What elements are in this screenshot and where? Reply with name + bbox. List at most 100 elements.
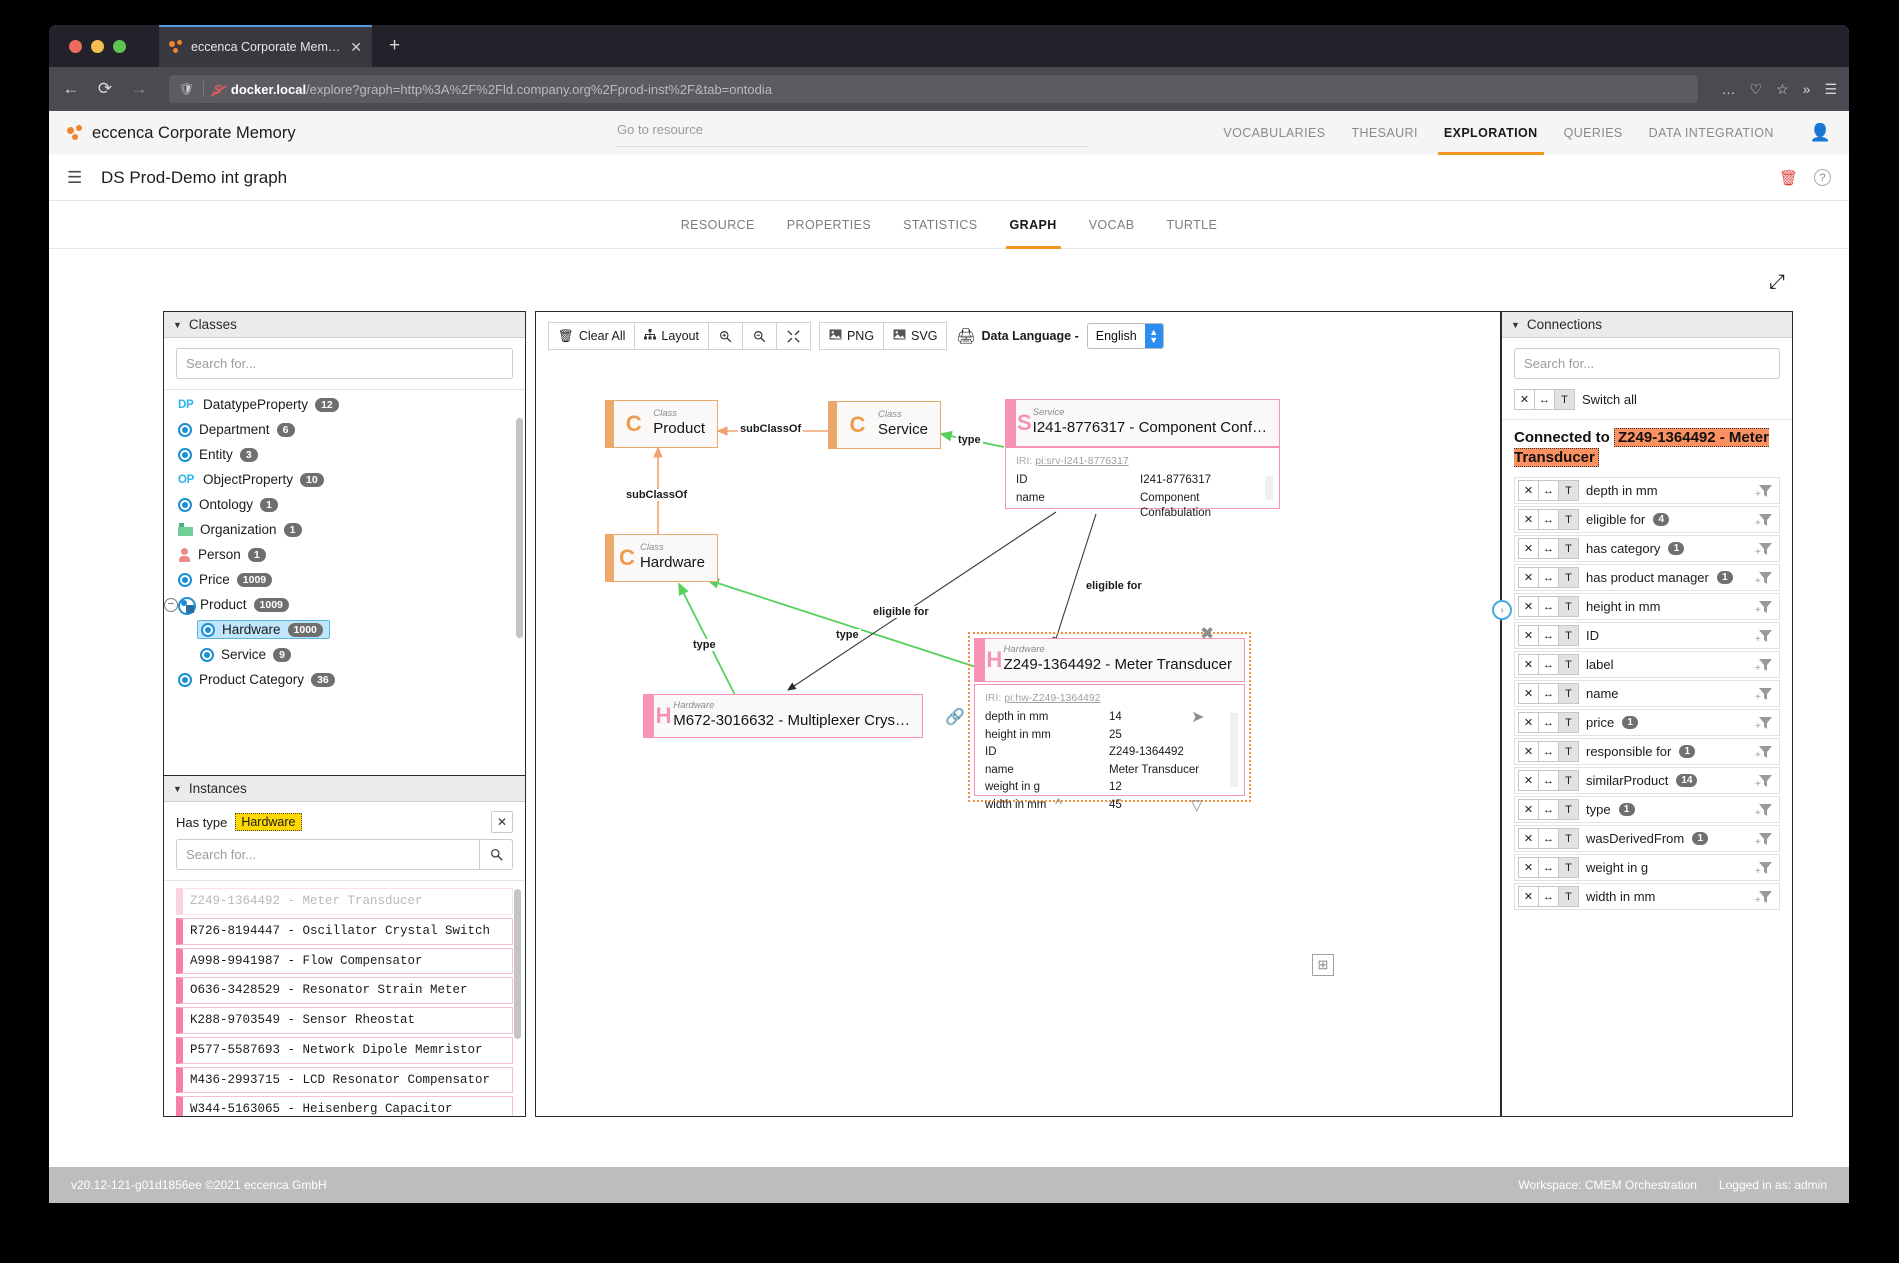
collapse-toggle-icon[interactable]: − (164, 598, 178, 612)
show-labels-icon[interactable]: T (1558, 886, 1579, 907)
chevron-down-icon[interactable]: ▼ (173, 784, 182, 794)
close-tab-icon[interactable]: ✕ (350, 40, 362, 54)
maximize-window-button[interactable] (113, 40, 126, 53)
class-item-datatypeproperty[interactable]: DP DatatypeProperty 12 (164, 392, 525, 417)
export-png-button[interactable]: PNG (819, 322, 884, 350)
graph-node-multiplexer[interactable]: H Hardware M672-3016632 - Multiplexer Cr… (643, 694, 923, 738)
node-iri[interactable]: IRI: pi:srv-I241-8776317 (1016, 455, 1269, 472)
hide-icon[interactable]: ✕ (1518, 741, 1539, 762)
tab-graph[interactable]: GRAPH (1010, 201, 1057, 249)
class-item-person[interactable]: Person 1 (164, 542, 525, 567)
add-filter-icon[interactable]: + (1757, 860, 1775, 876)
detail-scrollbar[interactable] (1265, 476, 1273, 500)
clear-filter-button[interactable]: ✕ (491, 811, 513, 833)
show-labels-icon[interactable]: T (1558, 596, 1579, 617)
connection-row-eligible-for[interactable]: ✕ ↔ T eligible for 4 + (1514, 506, 1780, 533)
connection-toggle-group[interactable]: ✕ ↔ T (1518, 509, 1578, 530)
show-links-icon[interactable]: ↔ (1538, 770, 1559, 791)
search-icon[interactable] (479, 839, 513, 870)
right-panel-collapse-handle[interactable]: › (1502, 600, 1512, 620)
hide-icon[interactable]: ✕ (1518, 538, 1539, 559)
hide-icon[interactable]: ✕ (1518, 857, 1539, 878)
list-item[interactable]: P577-5587693 - Network Dipole Memristor (176, 1037, 513, 1064)
connection-row-id[interactable]: ✕ ↔ T ID + (1514, 622, 1780, 649)
add-filter-icon[interactable]: + (1757, 570, 1775, 586)
class-item-department[interactable]: Department 6 (164, 417, 525, 442)
connections-panel-header[interactable]: ▼ Connections (1502, 312, 1792, 338)
class-item-organization[interactable]: Organization 1 (164, 517, 525, 542)
printer-icon[interactable]: 🖨 (956, 327, 975, 345)
language-select[interactable]: English ▲▼ (1087, 323, 1164, 349)
classes-search-input[interactable]: Search for... (176, 348, 513, 379)
nav-item-queries[interactable]: QUERIES (1564, 111, 1623, 155)
connection-toggle-group[interactable]: ✕ ↔ T (1518, 625, 1578, 646)
class-item-objectproperty[interactable]: OP ObjectProperty 10 (164, 467, 525, 492)
delete-graph-icon[interactable]: 🗑 (1779, 169, 1798, 187)
add-filter-icon[interactable]: + (1757, 541, 1775, 557)
pocket-icon[interactable]: ♡ (1750, 81, 1763, 98)
class-item-service[interactable]: Service 9 (164, 642, 525, 667)
layout-button[interactable]: Layout (634, 322, 709, 350)
show-labels-icon[interactable]: T (1558, 770, 1579, 791)
browser-tab[interactable]: eccenca Corporate Memory ✕ (159, 25, 372, 67)
forward-icon[interactable]: → (129, 79, 149, 99)
fullscreen-expand-icon[interactable]: ⤢ (1769, 271, 1785, 294)
show-labels-icon[interactable]: T (1554, 389, 1575, 410)
add-filter-icon[interactable]: + (1757, 628, 1775, 644)
classes-panel-header[interactable]: ▼ Classes (164, 312, 525, 338)
hide-icon[interactable]: ✕ (1518, 799, 1539, 820)
shield-icon[interactable]: 🛡 (179, 82, 194, 96)
close-window-button[interactable] (69, 40, 82, 53)
list-item[interactable]: Z249-1364492 - Meter Transducer (176, 888, 513, 915)
graph-node-meter-transducer[interactable]: H Hardware Z249-1364492 - Meter Transduc… (974, 638, 1245, 682)
connection-toggle-group[interactable]: ✕ ↔ T (1518, 712, 1578, 733)
show-labels-icon[interactable]: T (1558, 799, 1579, 820)
hide-icon[interactable]: ✕ (1518, 567, 1539, 588)
connection-toggle-group[interactable]: ✕ ↔ T (1518, 799, 1578, 820)
class-item-product[interactable]: − Product 1009 (164, 592, 525, 617)
show-links-icon[interactable]: ↔ (1538, 857, 1559, 878)
minimize-window-button[interactable] (91, 40, 104, 53)
zoom-in-button[interactable] (708, 322, 743, 350)
instances-panel-header[interactable]: ▼ Instances (164, 776, 525, 802)
add-filter-icon[interactable]: + (1757, 831, 1775, 847)
add-filter-icon[interactable]: + (1757, 889, 1775, 905)
nav-item-exploration[interactable]: EXPLORATION (1444, 111, 1538, 155)
show-links-icon[interactable]: ↔ (1538, 741, 1559, 762)
connection-toggle-group[interactable]: ✕ ↔ T (1518, 567, 1578, 588)
show-labels-icon[interactable]: T (1558, 712, 1579, 733)
add-filter-icon[interactable]: + (1757, 773, 1775, 789)
new-tab-button[interactable]: + (389, 36, 400, 55)
back-icon[interactable]: ← (61, 79, 81, 99)
list-item[interactable]: O636-3428529 - Resonator Strain Meter (176, 977, 513, 1004)
class-item-price[interactable]: Price 1009 (164, 567, 525, 592)
sidebar-toggle-icon[interactable]: ☰ (67, 168, 89, 188)
collapse-chevron-icon[interactable]: ^ (1055, 796, 1062, 813)
nav-item-vocabularies[interactable]: VOCABULARIES (1223, 111, 1325, 155)
tab-turtle[interactable]: TURTLE (1166, 201, 1217, 249)
connection-row-height-in-mm[interactable]: ✕ ↔ T height in mm + (1514, 593, 1780, 620)
add-filter-icon[interactable]: ▽ (1191, 796, 1203, 814)
hide-icon[interactable]: ✕ (1518, 712, 1539, 733)
connection-row-weight-in-g[interactable]: ✕ ↔ T weight in g + (1514, 854, 1780, 881)
connection-row-has-product-manager[interactable]: ✕ ↔ T has product manager 1 + (1514, 564, 1780, 591)
connection-toggle-group[interactable]: ✕ ↔ T (1518, 654, 1578, 675)
hide-icon[interactable]: ✕ (1518, 596, 1539, 617)
connections-search-input[interactable]: Search for... (1514, 348, 1780, 379)
overflow-chevrons-icon[interactable]: » (1803, 81, 1811, 97)
show-links-icon[interactable]: ↔ (1538, 712, 1559, 733)
iri-value[interactable]: pi:srv-I241-8776317 (1035, 455, 1128, 467)
show-labels-icon[interactable]: T (1558, 567, 1579, 588)
instances-search-input[interactable]: Search for... (176, 839, 479, 870)
add-filter-icon[interactable]: + (1757, 744, 1775, 760)
add-element-button[interactable]: ⊞ (1312, 954, 1334, 976)
help-icon[interactable]: ? (1814, 169, 1831, 186)
connections-list[interactable]: › ✕ ↔ T depth in mm + (1502, 477, 1792, 1116)
link-icon[interactable]: 🔗 (945, 707, 965, 727)
tab-properties[interactable]: PROPERTIES (787, 201, 871, 249)
account-icon[interactable]: 👤 (1810, 123, 1831, 143)
page-actions-icon[interactable]: … (1722, 81, 1736, 97)
connection-toggle-group[interactable]: ✕ ↔ T (1518, 828, 1578, 849)
hide-icon[interactable]: ✕ (1518, 654, 1539, 675)
list-item[interactable]: M436-2993715 - LCD Resonator Compensator (176, 1067, 513, 1094)
